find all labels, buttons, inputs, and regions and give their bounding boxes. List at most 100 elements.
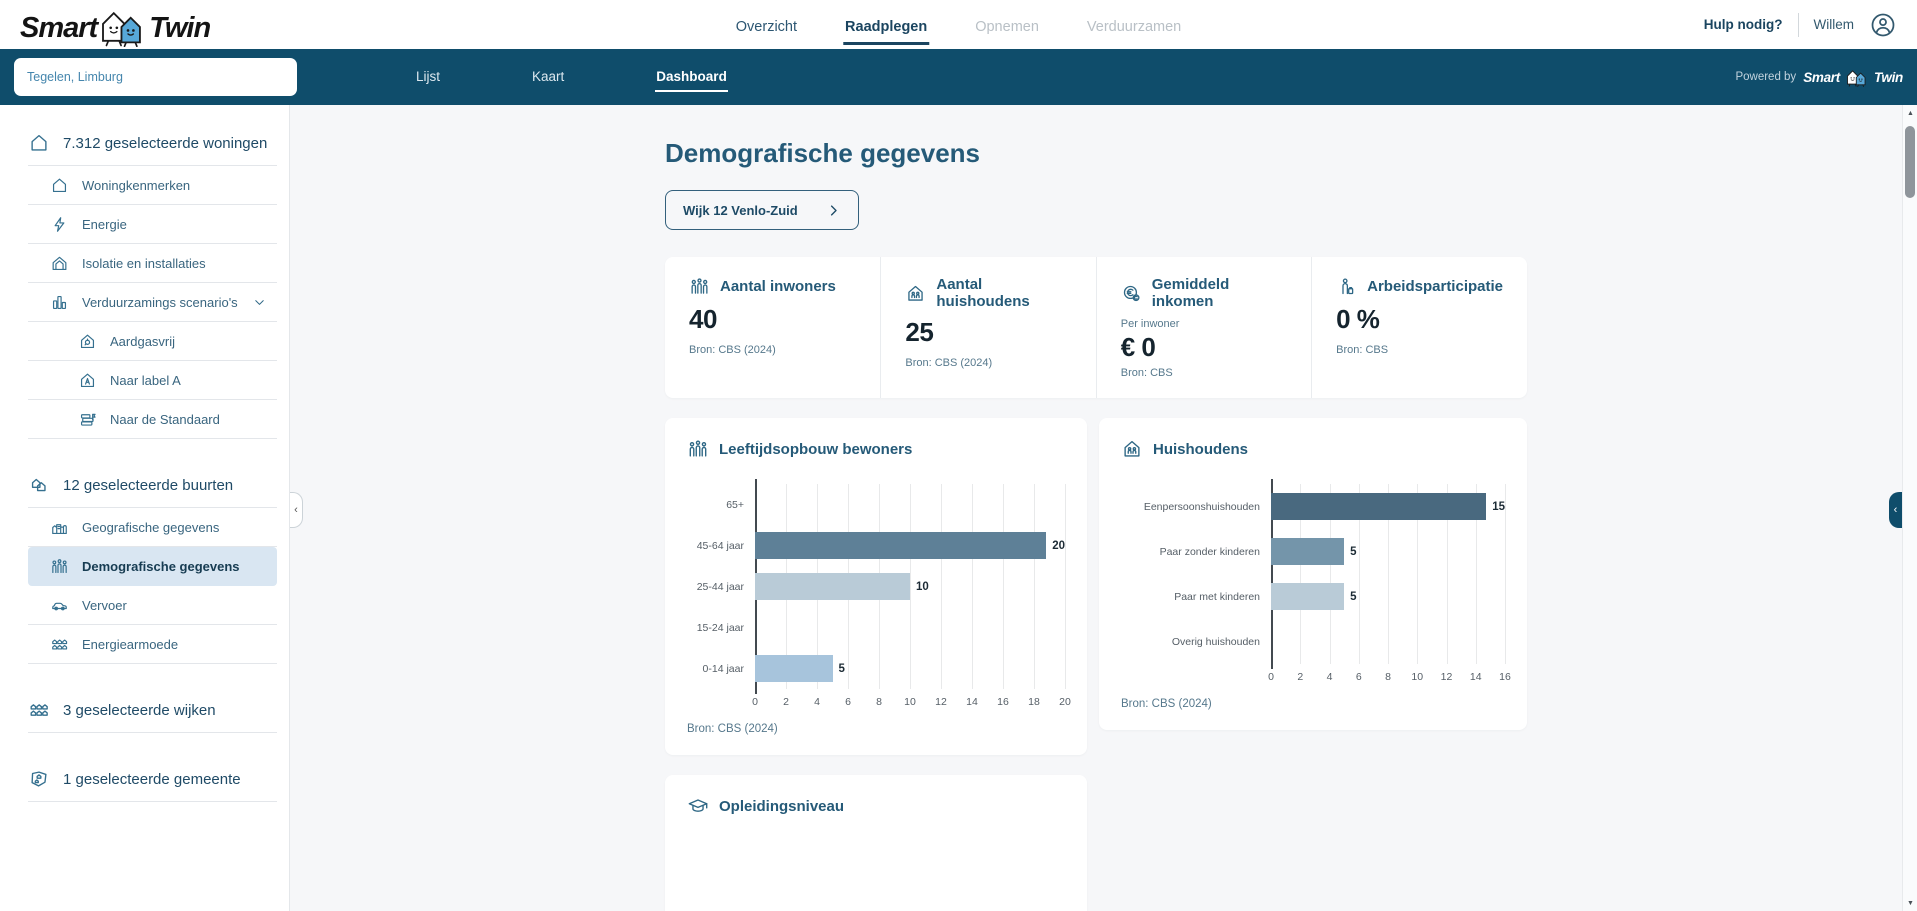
- app-logo[interactable]: Smart Twin: [20, 7, 210, 43]
- bar-row: 5: [755, 648, 1065, 689]
- lightning-icon: [50, 215, 69, 234]
- municipality-map-icon: [28, 768, 50, 790]
- bar-row: [755, 484, 1065, 525]
- people-icon: [689, 276, 710, 297]
- nav-verduurzamen[interactable]: Verduurzamen: [1085, 5, 1183, 45]
- household-icon: [905, 283, 926, 304]
- search-input[interactable]: [14, 58, 297, 96]
- stat-title: Arbeidsparticipatie: [1367, 278, 1503, 295]
- house-icon: [28, 132, 50, 154]
- sidebar-item-naar-label-a[interactable]: Naar label A: [28, 361, 277, 400]
- sidebar-item-geografische-gegevens[interactable]: Geografische gegevens: [28, 508, 277, 547]
- nav-overzicht[interactable]: Overzicht: [734, 5, 799, 45]
- bar-value-label: 10: [916, 581, 929, 593]
- label-a-house-icon: [78, 371, 97, 390]
- item-label: Energiearmoede: [82, 637, 178, 652]
- right-panel-handle[interactable]: ‹: [1889, 492, 1902, 528]
- chart-huishoudens: Huishoudens EenpersoonshuishoudenPaar zo…: [1099, 418, 1527, 730]
- user-name[interactable]: Willem: [1814, 17, 1855, 32]
- stat-arbeidsparticipatie: Arbeidsparticipatie 0 % Bron: CBS: [1311, 257, 1527, 398]
- overlapping-areas-icon: [28, 474, 50, 496]
- chart-x-axis: 02468101214161820: [755, 696, 1065, 712]
- bar-row: 5: [1271, 529, 1505, 574]
- section-label: 7.312 geselecteerde woningen: [63, 135, 267, 152]
- chevron-down-icon[interactable]: [252, 295, 267, 310]
- sidebar-item-energiearmoede[interactable]: Energiearmoede: [28, 625, 277, 664]
- bar-value-label: 15: [1492, 501, 1505, 513]
- vertical-scrollbar[interactable]: ▲ ▼: [1902, 105, 1917, 911]
- item-label: Naar de Standaard: [110, 412, 220, 427]
- x-tick-label: 10: [1411, 671, 1423, 683]
- sidebar-section-buurten[interactable]: 12 geselecteerde buurten: [28, 463, 277, 508]
- app-header: Smart Twin Overzicht Raadplegen Opnemen …: [0, 0, 1917, 49]
- people-icon: [50, 557, 69, 576]
- user-circle-icon[interactable]: [1869, 11, 1897, 39]
- category-label: Overig huishouden: [1121, 619, 1271, 664]
- x-tick-label: 16: [1499, 671, 1511, 683]
- x-tick-label: 18: [1028, 696, 1040, 708]
- bar-chart-icon: [50, 293, 69, 312]
- category-label: Eenpersoonshuishouden: [1121, 484, 1271, 529]
- item-label: Energie: [82, 217, 127, 232]
- stat-value: 0 %: [1336, 304, 1503, 335]
- bar-value-label: 5: [1350, 591, 1356, 603]
- chart-title: Leeftijdsopbouw bewoners: [719, 441, 912, 458]
- houses-group-icon: [50, 635, 69, 654]
- stats-strip: Aantal inwoners 40 Bron: CBS (2024) Aant…: [665, 257, 1527, 398]
- sidebar-item-verduurzamings-scenarios[interactable]: Verduurzamings scenario's: [28, 283, 277, 322]
- bar: [755, 532, 1046, 559]
- stat-subtitle: Per inwoner: [1121, 318, 1287, 330]
- sidebar-section-gemeente[interactable]: 1 geselecteerde gemeente: [28, 757, 277, 802]
- chart-source: Bron: CBS (2024): [687, 723, 1065, 735]
- scroll-down-arrow[interactable]: ▼: [1903, 895, 1917, 911]
- category-label: 25-44 jaar: [687, 566, 755, 607]
- stat-source: Bron: CBS: [1336, 344, 1503, 356]
- twin-houses-icon: [97, 7, 149, 47]
- bar-value-label: 5: [839, 663, 845, 675]
- x-tick-label: 12: [1441, 671, 1453, 683]
- nav-opnemen[interactable]: Opnemen: [973, 5, 1041, 45]
- sidebar-item-woningkenmerken[interactable]: Woningkenmerken: [28, 166, 277, 205]
- sidebar-item-energie[interactable]: Energie: [28, 205, 277, 244]
- sidebar-section-wijken[interactable]: 3 geselecteerde wijken: [28, 688, 277, 733]
- tab-dashboard[interactable]: Dashboard: [655, 63, 728, 92]
- chart-plot-area: 1555: [1271, 484, 1505, 664]
- tab-lijst[interactable]: Lijst: [415, 63, 441, 92]
- category-label: 65+: [687, 484, 755, 525]
- nav-raadplegen[interactable]: Raadplegen: [843, 5, 929, 45]
- chart-title: Huishoudens: [1153, 441, 1248, 458]
- page-title: Demografische gegevens: [665, 138, 1527, 169]
- x-tick-label: 8: [876, 696, 882, 708]
- sidebar-item-vervoer[interactable]: Vervoer: [28, 586, 277, 625]
- tab-kaart[interactable]: Kaart: [531, 63, 565, 92]
- graduation-cap-icon: [687, 795, 709, 817]
- help-link[interactable]: Hulp nodig?: [1704, 17, 1783, 32]
- sidebar: 7.312 geselecteerde woningen Woningkenme…: [0, 105, 290, 911]
- sidebar-section-woningen[interactable]: 7.312 geselecteerde woningen: [28, 121, 277, 166]
- x-tick-label: 16: [997, 696, 1009, 708]
- stat-gemiddeld-inkomen: Gemiddeld inkomen Per inwoner € 0 Bron: …: [1096, 257, 1311, 398]
- area-selector-button[interactable]: Wijk 12 Venlo-Zuid: [665, 190, 859, 230]
- category-label: 0-14 jaar: [687, 648, 755, 689]
- powered-by-label: Powered by: [1735, 71, 1796, 83]
- scroll-up-arrow[interactable]: ▲: [1903, 105, 1917, 121]
- bar: [755, 655, 833, 682]
- stat-value: € 0: [1121, 332, 1287, 363]
- chart-opleidingsniveau: Opleidingsniveau: [665, 775, 1087, 911]
- scrollbar-thumb[interactable]: [1905, 126, 1915, 198]
- chart-category-labels: EenpersoonshuishoudenPaar zonder kindere…: [1121, 484, 1271, 664]
- chart-leeftijdsopbouw: Leeftijdsopbouw bewoners 65+45-64 jaar25…: [665, 418, 1087, 755]
- stat-value: 25: [905, 317, 1071, 348]
- x-tick-label: 2: [1297, 671, 1303, 683]
- sidebar-item-demografische-gegevens[interactable]: Demografische gegevens: [28, 547, 277, 586]
- bar-row: [1271, 619, 1505, 664]
- item-label: Woningkenmerken: [82, 178, 190, 193]
- sidebar-collapse-handle[interactable]: ‹: [290, 492, 303, 528]
- house-icon: [50, 176, 69, 195]
- sidebar-item-isolatie-en-installaties[interactable]: Isolatie en installaties: [28, 244, 277, 283]
- x-tick-label: 20: [1059, 696, 1071, 708]
- stat-aantal-inwoners: Aantal inwoners 40 Bron: CBS (2024): [665, 257, 880, 398]
- sidebar-item-aardgasvrij[interactable]: Aardgasvrij: [28, 322, 277, 361]
- sidebar-item-naar-de-standaard[interactable]: Naar de Standaard: [28, 400, 277, 439]
- stat-title: Aantal huishoudens: [936, 276, 1071, 310]
